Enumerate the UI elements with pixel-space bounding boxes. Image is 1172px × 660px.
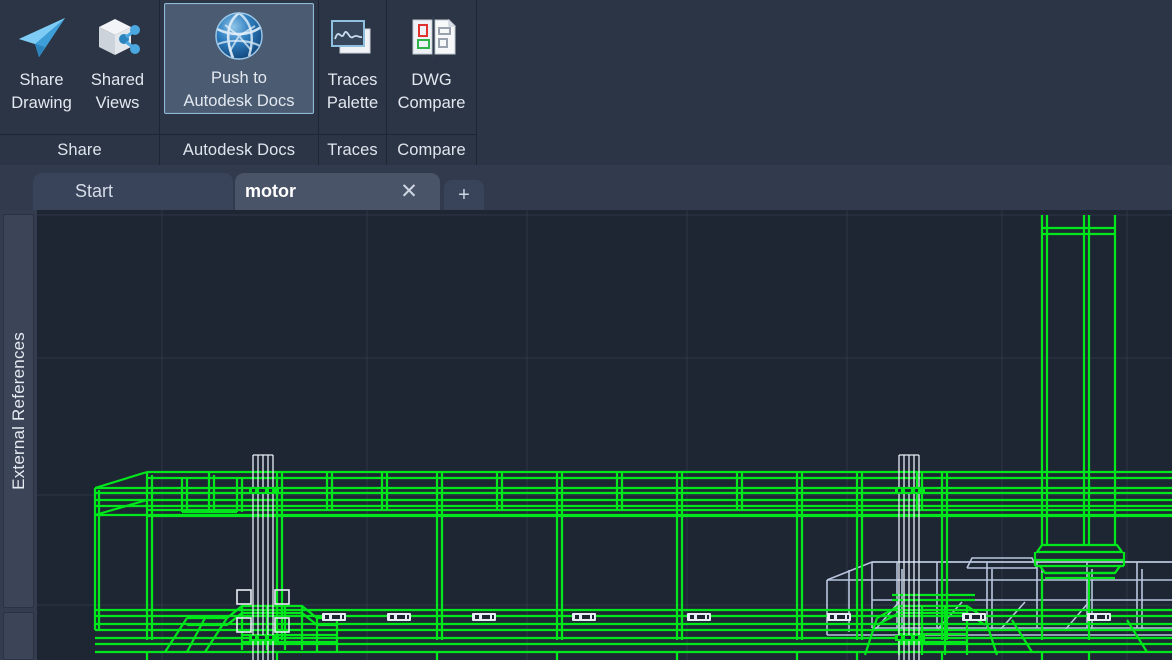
dwg-compare-label-line1: DWG: [411, 69, 451, 92]
palette-secondary-tab[interactable]: [3, 612, 34, 660]
shared-views-label-line1: Shared: [91, 69, 144, 92]
paper-plane-icon: [14, 10, 70, 66]
drawing-canvas-svg: [37, 210, 1172, 660]
drawing-canvas[interactable]: [37, 210, 1172, 660]
panel-body-traces: Traces Palette: [319, 0, 386, 134]
ribbon-panel-traces: Traces Palette Traces: [319, 0, 387, 165]
external-references-label: External References: [9, 332, 29, 490]
panel-label-share: Share: [0, 134, 159, 165]
panel-body-compare: DWG Compare: [387, 0, 476, 134]
dwg-compare-button[interactable]: DWG Compare: [394, 5, 470, 116]
push-to-autodesk-docs-label-line2: Autodesk Docs: [184, 90, 295, 113]
traces-palette-label-line2: Palette: [327, 92, 378, 115]
panel-label-compare: Compare: [387, 134, 476, 165]
ribbon: Share Drawing: [0, 0, 1172, 165]
share-drawing-label-line2: Drawing: [11, 92, 72, 115]
autocad-window: Share Drawing: [0, 0, 1172, 660]
shared-views-button[interactable]: Shared Views: [80, 5, 156, 116]
ribbon-panel-compare: DWG Compare Compare: [387, 0, 477, 165]
dwg-compare-icon: [404, 10, 460, 66]
push-to-autodesk-docs-label-line1: Push to: [211, 67, 267, 90]
traces-window-icon: [325, 10, 381, 66]
file-tab-start-label: Start: [75, 181, 113, 202]
share-drawing-label-line1: Share: [19, 69, 63, 92]
file-tab-motor[interactable]: motor ✕: [235, 173, 440, 210]
traces-palette-label-line1: Traces: [328, 69, 378, 92]
traces-palette-button[interactable]: Traces Palette: [319, 5, 386, 116]
ribbon-panel-autodesk-docs: Push to Autodesk Docs Autodesk Docs: [160, 0, 319, 165]
left-palette-strip: External References: [0, 210, 37, 660]
panel-body-share: Share Drawing: [0, 0, 159, 134]
shared-cube-icon: [90, 10, 146, 66]
push-to-autodesk-docs-button[interactable]: Push to Autodesk Docs: [164, 3, 314, 114]
globe-icon: [211, 8, 267, 64]
close-icon[interactable]: ✕: [398, 181, 420, 203]
new-tab-button[interactable]: +: [444, 180, 484, 210]
dwg-compare-label-line2: Compare: [398, 92, 466, 115]
external-references-palette-tab[interactable]: External References: [3, 214, 34, 608]
panel-body-autodesk-docs: Push to Autodesk Docs: [160, 0, 318, 134]
shared-views-label-line2: Views: [96, 92, 140, 115]
share-drawing-button[interactable]: Share Drawing: [4, 5, 80, 116]
file-tab-motor-label: motor: [245, 181, 296, 202]
file-tab-bar-inner: Start motor ✕ +: [0, 168, 1172, 210]
ribbon-panel-share: Share Drawing: [0, 0, 160, 165]
file-tab-start[interactable]: Start: [33, 173, 233, 210]
ribbon-panel-group: Share Drawing: [0, 0, 477, 165]
panel-label-traces: Traces: [319, 134, 386, 165]
panel-label-autodesk-docs: Autodesk Docs: [160, 134, 318, 165]
file-tab-bar: Start motor ✕ +: [0, 165, 1172, 210]
